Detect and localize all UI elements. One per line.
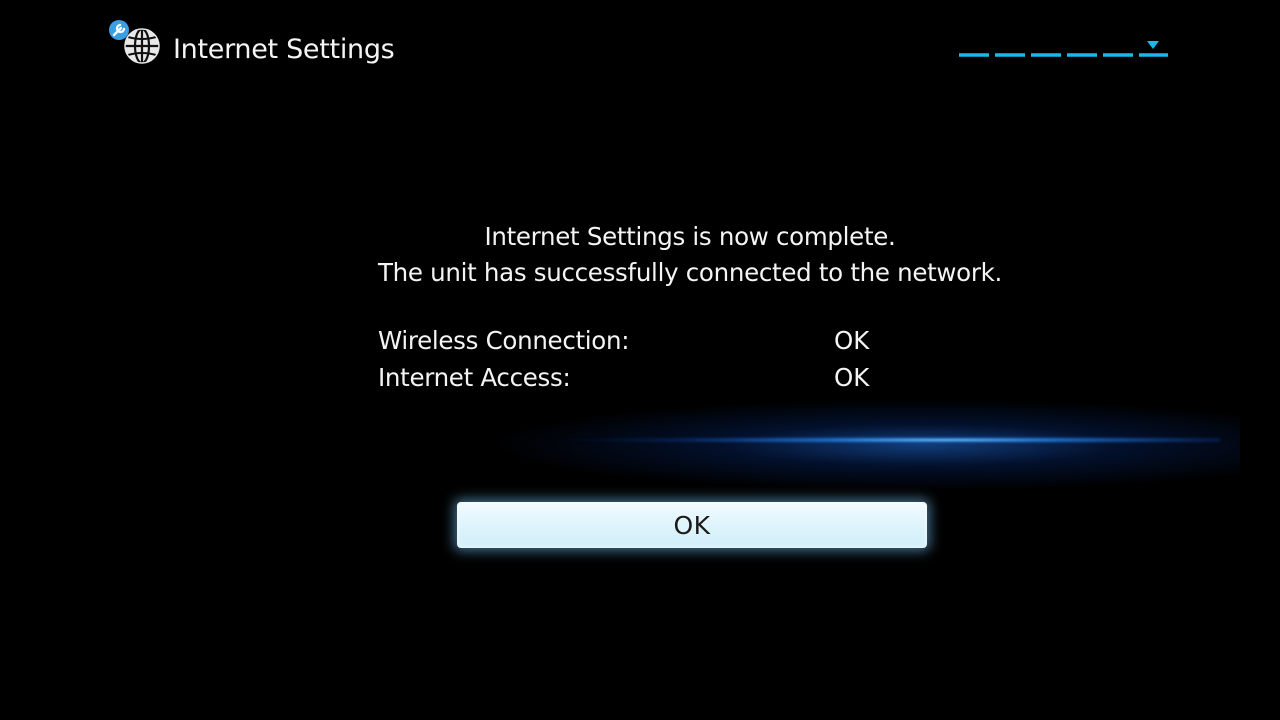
connection-message: The unit has successfully connected to t… — [377, 258, 1003, 287]
wireless-connection-label: Wireless Connection: — [378, 326, 630, 355]
completion-message: Internet Settings is now complete. — [484, 222, 896, 251]
globe-wrench-icon — [106, 18, 166, 70]
ok-button[interactable]: OK — [457, 502, 927, 548]
ok-button-label: OK — [673, 510, 711, 540]
glow-light-streak — [430, 436, 1220, 444]
wireless-connection-status: OK — [834, 326, 870, 355]
page-title: Internet Settings — [173, 34, 395, 65]
background-glow — [380, 380, 1240, 510]
internet-access-label: Internet Access: — [378, 363, 571, 392]
internet-access-status: OK — [834, 363, 870, 392]
step-progress-icon — [958, 38, 1170, 60]
